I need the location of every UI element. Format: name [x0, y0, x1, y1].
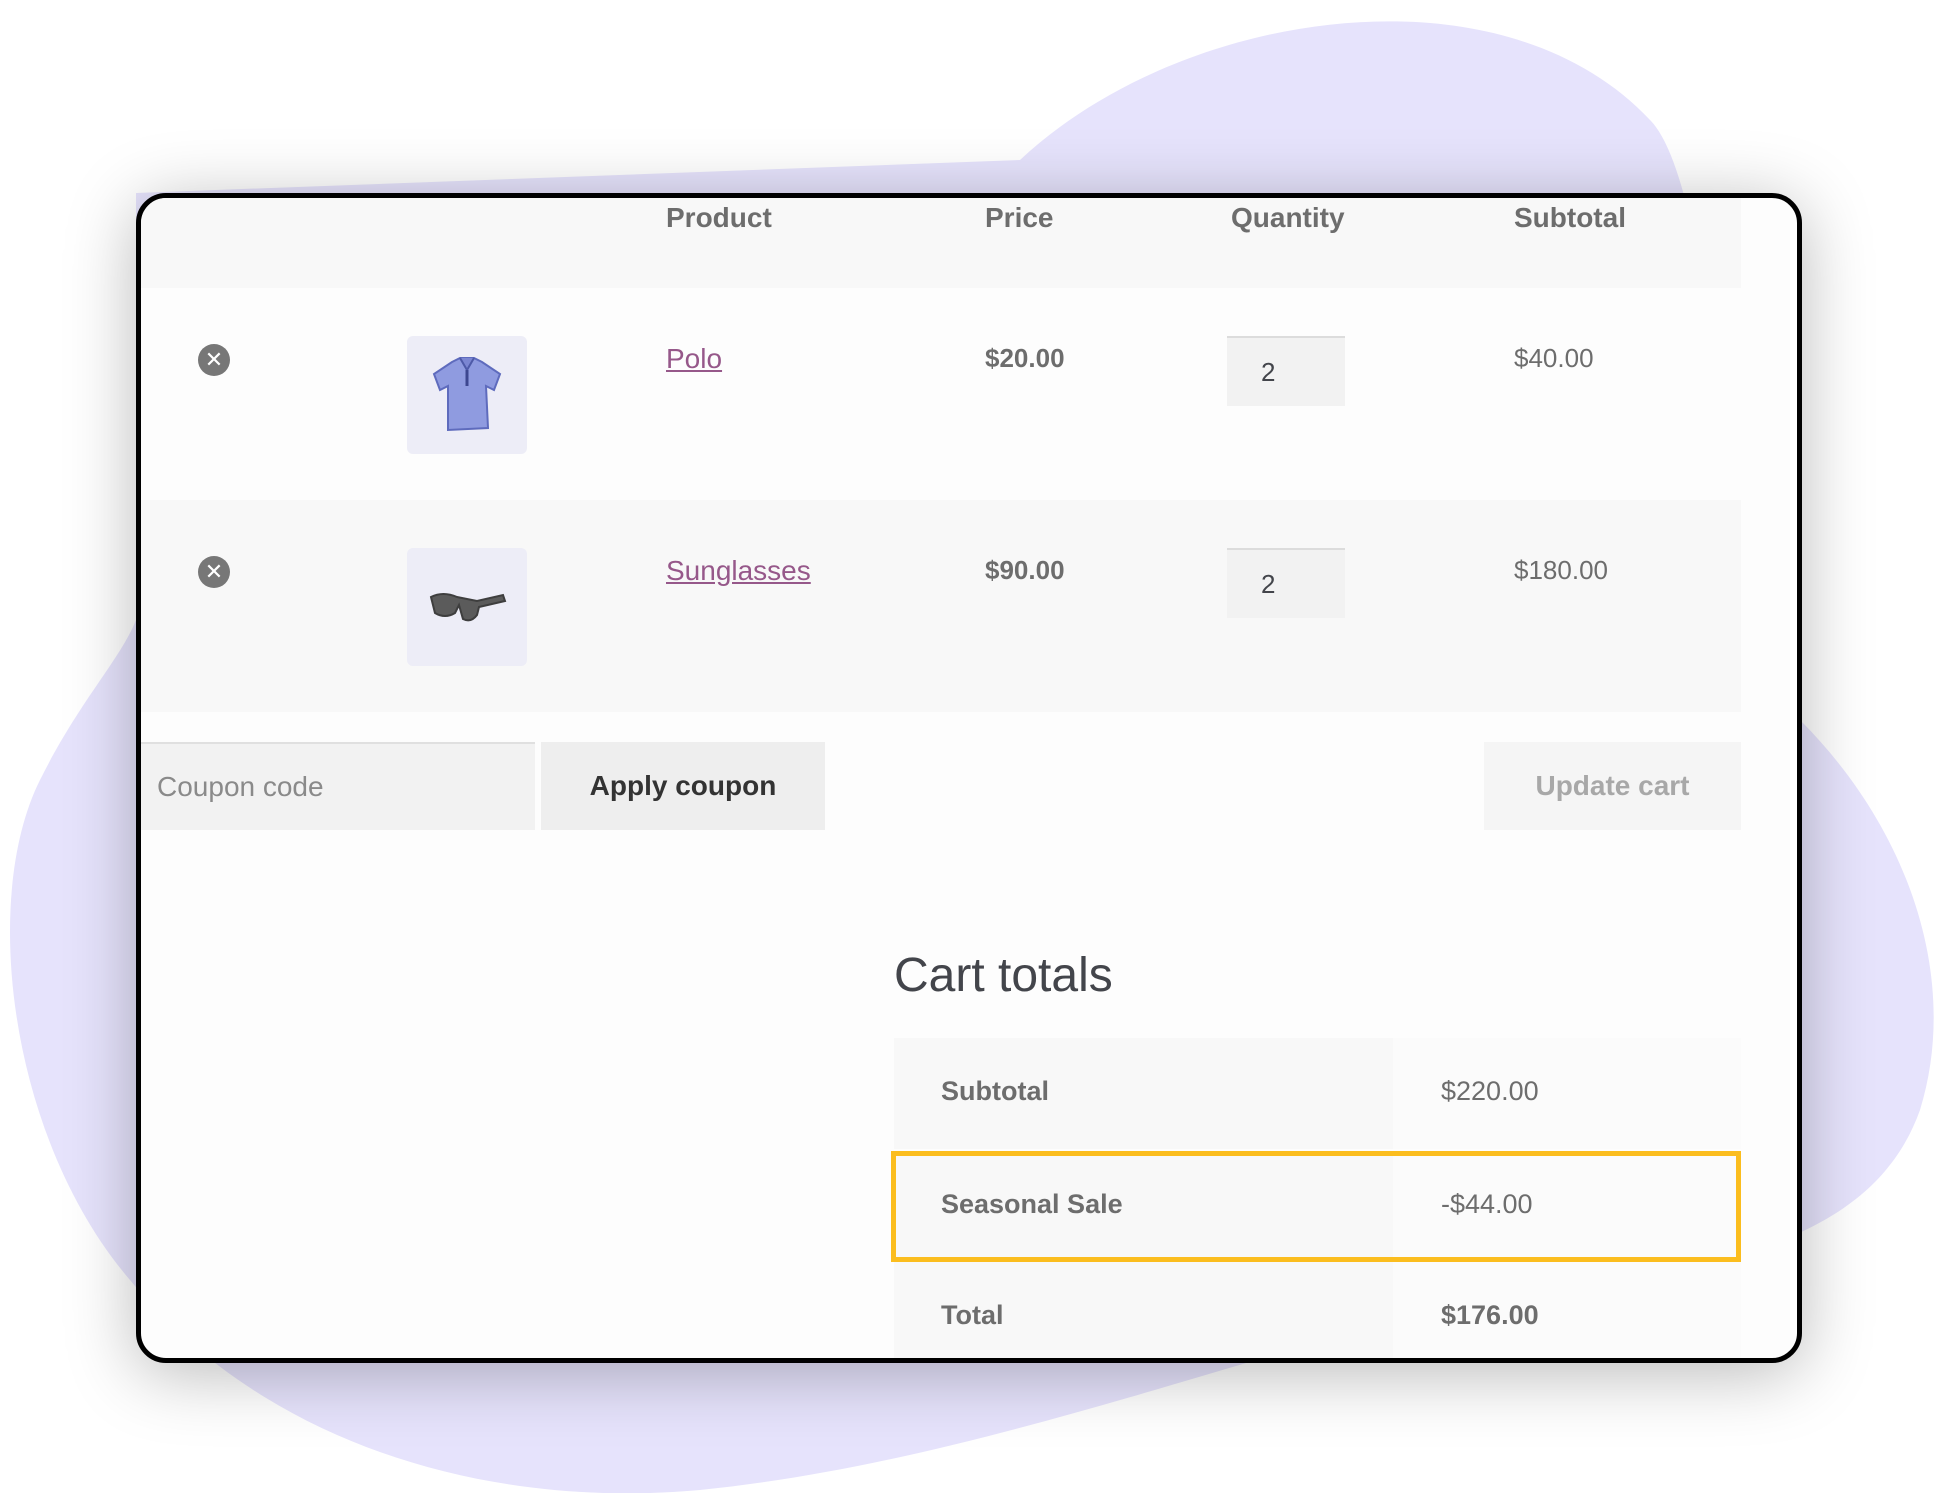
header-subtotal: Subtotal [1514, 202, 1626, 233]
sunglasses-icon [429, 593, 507, 622]
cart-table-header: Product Price Quantity Subtotal [141, 198, 1741, 288]
cart-content: Product Price Quantity Subtotal ✕ Polo $… [141, 198, 1741, 1358]
apply-coupon-button[interactable]: Apply coupon [541, 742, 825, 830]
totals-label: Total [941, 1300, 1004, 1330]
item-subtotal: $180.00 [1514, 555, 1608, 585]
totals-row-discount: Seasonal Sale -$44.00 [894, 1151, 1741, 1262]
remove-item-icon[interactable]: ✕ [198, 556, 230, 588]
totals-row-total: Total $176.00 [894, 1262, 1741, 1358]
header-price: Price [985, 202, 1054, 233]
item-subtotal: $40.00 [1514, 343, 1594, 373]
header-product: Product [666, 202, 772, 233]
product-link[interactable]: Sunglasses [666, 555, 811, 587]
cart-totals-title: Cart totals [894, 949, 1113, 1002]
product-link[interactable]: Polo [666, 343, 722, 375]
item-price: $90.00 [985, 555, 1065, 585]
cart-item-row: ✕ Sunglasses $90.00 $180.00 [141, 500, 1741, 712]
totals-row-subtotal: Subtotal $220.00 [894, 1038, 1741, 1149]
product-thumbnail[interactable] [407, 548, 527, 666]
cart-item-row: ✕ Polo $20.00 $40.00 [141, 288, 1741, 500]
totals-value: $176.00 [1441, 1300, 1539, 1330]
totals-value: $220.00 [1441, 1076, 1539, 1106]
quantity-input[interactable] [1227, 336, 1345, 406]
coupon-code-input[interactable] [141, 742, 535, 830]
totals-label: Subtotal [941, 1076, 1049, 1106]
totals-label: Seasonal Sale [941, 1189, 1123, 1219]
totals-value: -$44.00 [1441, 1189, 1533, 1219]
product-thumbnail[interactable] [407, 336, 527, 454]
quantity-input[interactable] [1227, 548, 1345, 618]
item-price: $20.00 [985, 343, 1065, 373]
polo-shirt-icon [432, 357, 502, 432]
update-cart-button[interactable]: Update cart [1484, 742, 1741, 830]
header-quantity: Quantity [1231, 202, 1345, 233]
cart-window: Product Price Quantity Subtotal ✕ Polo $… [136, 193, 1802, 1363]
remove-item-icon[interactable]: ✕ [198, 344, 230, 376]
